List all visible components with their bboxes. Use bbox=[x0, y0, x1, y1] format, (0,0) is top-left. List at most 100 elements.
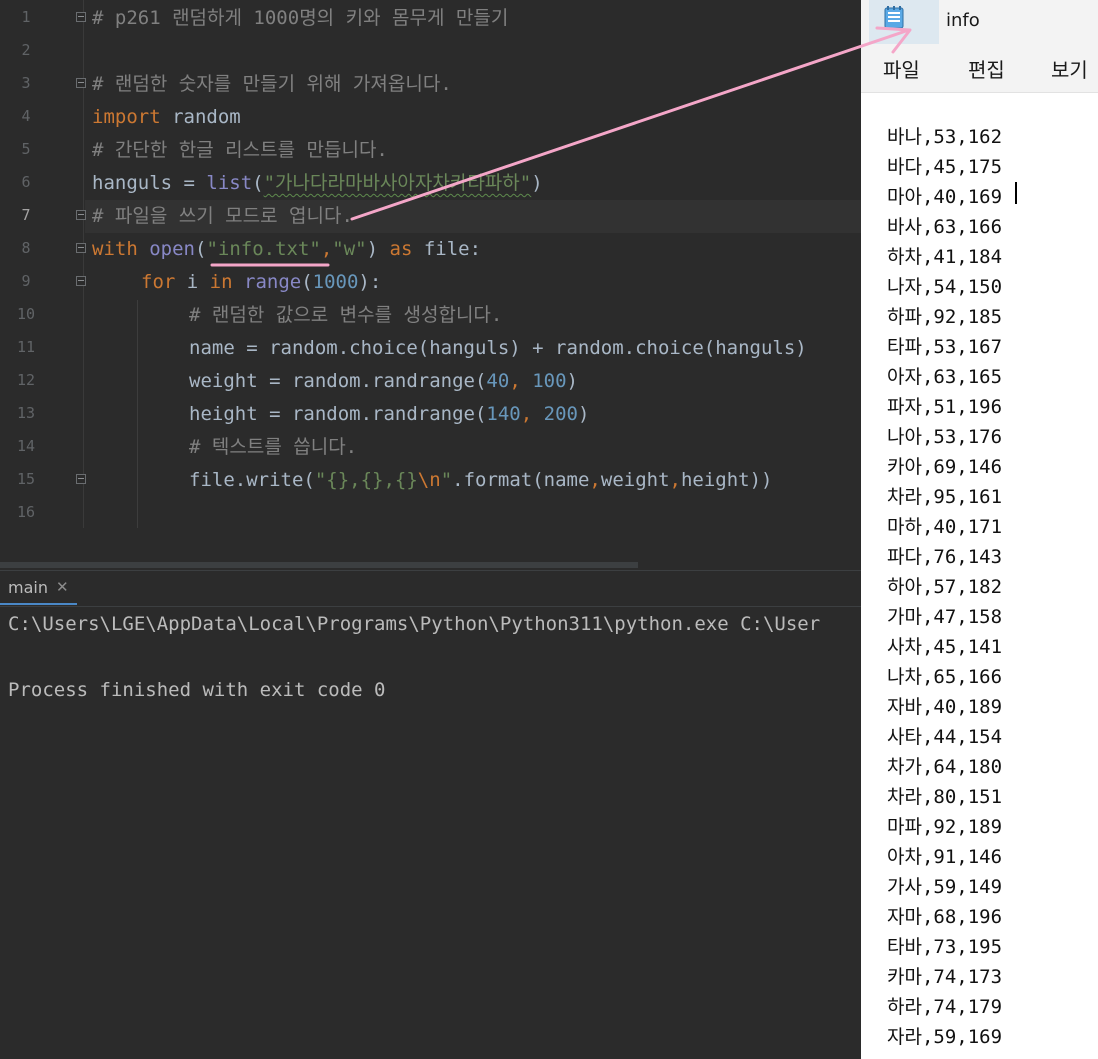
paren: ) bbox=[366, 238, 390, 260]
close-icon[interactable]: ✕ bbox=[56, 578, 69, 596]
paren: ): bbox=[358, 271, 382, 293]
line-number: 9 bbox=[21, 272, 31, 290]
comment: # 랜덤한 숫자를 만들기 위해 가져옵니다. bbox=[92, 73, 452, 95]
fold-marker-icon[interactable] bbox=[76, 78, 86, 88]
statement: name = random.choice(hanguls) + random.c… bbox=[189, 337, 807, 359]
code-line-14: # 텍스트를 씁니다. bbox=[189, 431, 357, 464]
line-number-gutter: 1 2 3 4 5 6 7 8 9 10 11 12 13 14 15 16 bbox=[0, 0, 84, 528]
escape-sequence: \n bbox=[417, 469, 441, 491]
fold-marker-icon[interactable] bbox=[76, 210, 86, 220]
code-editor[interactable]: 1 2 3 4 5 6 7 8 9 10 11 12 13 14 15 16 #… bbox=[0, 0, 861, 528]
notepad-text-line: 파자,51,196 bbox=[887, 396, 1003, 418]
comma: , bbox=[509, 370, 533, 392]
builtin: range bbox=[244, 271, 302, 293]
line-number: 10 bbox=[16, 305, 36, 323]
code-line-6: hanguls = list("가나다라마바사아자차카타파하") bbox=[92, 167, 543, 200]
identifier: file: bbox=[412, 238, 482, 260]
number: 200 bbox=[543, 403, 578, 425]
notepad-text-line: 사차,45,141 bbox=[887, 636, 1003, 658]
comment: # 텍스트를 씁니다. bbox=[189, 436, 358, 458]
code-line-7: # 파일을 쓰기 모드로 엽니다. bbox=[92, 200, 353, 233]
code-line-4: import random bbox=[92, 101, 241, 134]
comment: # 랜덤한 값으로 변수를 생성합니다. bbox=[189, 304, 503, 326]
code-line-5: # 간단한 한글 리스트를 만듭니다. bbox=[92, 134, 388, 167]
text-caret bbox=[1015, 182, 1017, 204]
fold-marker-icon[interactable] bbox=[76, 276, 86, 286]
notepad-text-line: 차가,64,180 bbox=[887, 756, 1003, 778]
notepad-text-line: 나차,65,166 bbox=[887, 666, 1003, 688]
fold-marker-icon[interactable] bbox=[76, 12, 86, 22]
line-number: 13 bbox=[16, 404, 36, 422]
comma: , bbox=[669, 469, 681, 491]
code-line-1: # p261 랜덤하게 1000명의 키와 몸무게 만들기 bbox=[92, 2, 508, 35]
code-line-9: for i in range(1000): bbox=[141, 266, 381, 299]
notepad-text-line: 마아,40,169 bbox=[887, 186, 1003, 208]
notepad-text-line: 자마,68,196 bbox=[887, 906, 1003, 928]
line-number: 11 bbox=[16, 338, 36, 356]
notepad-text-line: 나자,54,150 bbox=[887, 276, 1003, 298]
menu-edit[interactable]: 편집 bbox=[968, 54, 1005, 83]
paren: ) bbox=[531, 172, 543, 194]
comma: , bbox=[589, 469, 601, 491]
line-number: 4 bbox=[21, 107, 31, 125]
number: 40 bbox=[486, 370, 510, 392]
keyword: import bbox=[92, 106, 161, 128]
menu-file[interactable]: 파일 bbox=[883, 54, 920, 83]
line-number: 16 bbox=[16, 503, 36, 521]
builtin: list bbox=[206, 172, 253, 194]
line-number: 14 bbox=[16, 437, 36, 455]
notepad-text-line: 아차,91,146 bbox=[887, 846, 1003, 868]
keyword: for bbox=[141, 271, 176, 293]
notepad-text-line: 사타,44,154 bbox=[887, 726, 1003, 748]
run-tab-label: main bbox=[8, 577, 48, 597]
menu-view[interactable]: 보기 bbox=[1051, 54, 1088, 83]
mode-string: "w" bbox=[332, 238, 367, 260]
keyword: in bbox=[209, 271, 233, 293]
line-number: 3 bbox=[21, 74, 31, 92]
comment: # p261 랜덤하게 1000명의 키와 몸무게 만들기 bbox=[92, 7, 509, 29]
notepad-text-line: 타바,73,195 bbox=[887, 936, 1003, 958]
notepad-text-line: 가사,59,149 bbox=[887, 876, 1003, 898]
line-number: 7 bbox=[21, 206, 31, 224]
notepad-text-area[interactable]: 바나,53,162 바다,45,175 마아,40,169 바사,63,166 하차,4… bbox=[861, 93, 1098, 1059]
notepad-text-line: 바사,63,166 bbox=[887, 216, 1003, 238]
notepad-text-line: 마파,92,189 bbox=[887, 816, 1003, 838]
fold-marker-icon[interactable] bbox=[76, 243, 86, 253]
notepad-text-line: 카아,69,146 bbox=[887, 456, 1003, 478]
identifier: random bbox=[160, 106, 241, 128]
number: 140 bbox=[486, 403, 521, 425]
identifier: weight bbox=[600, 469, 670, 491]
line-number: 6 bbox=[21, 173, 31, 191]
format-string: "{},{},{} bbox=[314, 469, 418, 491]
run-tab-strip: main ✕ bbox=[0, 571, 861, 607]
run-tab-main[interactable]: main ✕ bbox=[0, 571, 77, 605]
comma: , bbox=[520, 403, 544, 425]
fold-marker-icon[interactable] bbox=[76, 474, 86, 484]
indent-guide bbox=[137, 300, 138, 528]
line-number: 15 bbox=[16, 470, 36, 488]
statement: .format(name bbox=[452, 469, 590, 491]
notepad-text-line: 아자,63,165 bbox=[887, 366, 1003, 388]
notepad-text-line: 파다,76,143 bbox=[887, 546, 1003, 568]
code-line-10: # 랜덤한 값으로 변수를 생성합니다. bbox=[189, 299, 502, 332]
scrollbar-thumb[interactable] bbox=[0, 562, 638, 568]
keyword: as bbox=[389, 238, 413, 260]
notepad-text-line: 하아,57,182 bbox=[887, 576, 1003, 598]
line-number: 1 bbox=[21, 8, 31, 26]
comma: , bbox=[320, 238, 333, 260]
notepad-text-line: 나아,53,176 bbox=[887, 426, 1003, 448]
notepad-title-bar: info bbox=[861, 0, 1098, 44]
notepad-text-line: 가마,47,158 bbox=[887, 606, 1003, 628]
line-number: 2 bbox=[21, 41, 31, 59]
notepad-text-line: 바나,53,162 bbox=[887, 126, 1003, 148]
notepad-window: info 파일 편집 보기 바나,53,162 바다,45,175 마아,40,16… bbox=[861, 0, 1098, 1059]
number: 1000 bbox=[312, 271, 359, 293]
comment: # 간단한 한글 리스트를 만듭니다. bbox=[92, 139, 388, 161]
code-line-8: with open("info.txt","w") as file: bbox=[92, 233, 481, 266]
statement: file.write( bbox=[189, 469, 315, 491]
paren: ( bbox=[194, 238, 207, 260]
string-literal: "가나다라마바사아자차카타파하" bbox=[263, 172, 532, 194]
editor-horizontal-scrollbar[interactable] bbox=[0, 528, 861, 571]
statement: weight = random.randrange( bbox=[189, 370, 487, 392]
